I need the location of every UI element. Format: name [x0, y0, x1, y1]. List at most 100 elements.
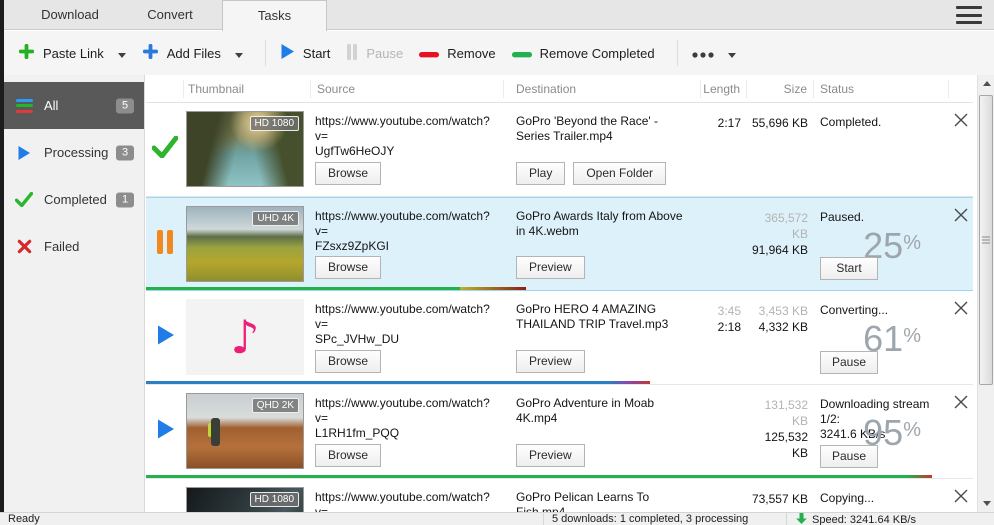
size-total: 3,453 KB [758, 304, 808, 318]
browse-button[interactable]: Browse [315, 350, 382, 373]
play-icon [14, 145, 34, 161]
row-state-processing [146, 291, 184, 384]
play-icon [156, 418, 175, 445]
table-header: Thumbnail Source Destination Length Size… [146, 75, 973, 103]
source-url: https://www.youtube.com/watch?v= UgfTw6H… [315, 114, 490, 158]
video-thumbnail: UHD 4K [186, 206, 304, 282]
pause-row-button[interactable]: Pause [820, 351, 878, 374]
count-badge: 1 [116, 192, 134, 207]
row-state-processing [146, 385, 184, 478]
paste-link-button[interactable]: Paste Link [18, 43, 126, 63]
header-destination[interactable]: Destination [504, 79, 701, 98]
size-value: 125,532 KB [764, 430, 808, 460]
size-value: 91,964 KB [751, 243, 808, 257]
vertical-scrollbar[interactable] [977, 75, 994, 512]
sidebar-item-completed[interactable]: Completed 1 [4, 176, 144, 223]
task-row[interactable]: HD 1080 https://www.youtube.com/watch?v=… [146, 103, 973, 197]
pause-row-button[interactable]: Pause [820, 445, 878, 468]
remove-button[interactable]: Remove [419, 46, 496, 61]
browse-button[interactable]: Browse [315, 444, 382, 467]
video-thumbnail: QHD 2K [186, 393, 304, 469]
task-row-selected[interactable]: UHD 4K https://www.youtube.com/watch?v= … [146, 197, 973, 291]
toolbar-separator [676, 40, 678, 66]
row-state-paused [146, 198, 184, 290]
length-value: 2:18 [717, 320, 741, 334]
close-icon[interactable] [954, 301, 968, 315]
close-icon[interactable] [954, 489, 968, 503]
music-note-icon: ♪ [230, 310, 260, 364]
browse-button[interactable]: Browse [315, 256, 382, 279]
blue-plus-icon [142, 43, 159, 63]
sidebar-item-label: Failed [44, 239, 80, 254]
header-length[interactable]: Length [701, 79, 747, 98]
count-badge: 3 [116, 145, 134, 160]
open-folder-button[interactable]: Open Folder [573, 162, 667, 185]
destination-filename: GoPro 'Beyond the Race' - Series Trailer… [516, 114, 658, 143]
sidebar-item-label: All [44, 98, 59, 113]
chevron-down-icon [727, 46, 736, 61]
sidebar-item-label: Processing [44, 145, 109, 160]
sidebar-item-failed[interactable]: Failed [4, 223, 144, 270]
task-row[interactable]: HD 1080 https://www.youtube.com/watch?v=… [146, 479, 973, 512]
close-icon[interactable] [954, 208, 968, 222]
add-files-button[interactable]: Add Files [142, 43, 243, 63]
remove-completed-button[interactable]: Remove Completed [511, 46, 655, 61]
pause-icon [156, 229, 174, 259]
colored-bars-icon [14, 98, 34, 113]
chevron-down-icon[interactable] [117, 46, 126, 61]
tab-bar: Download Convert Tasks [4, 0, 994, 31]
quality-badge: UHD 4K [252, 211, 299, 226]
row-state-completed [146, 103, 184, 196]
scrollbar-thumb[interactable] [979, 95, 993, 385]
source-url: https://www.youtube.com/watch?v= zwJ0szO… [315, 490, 490, 512]
toolbar-separator [264, 40, 266, 66]
size-total: 131,532 KB [764, 398, 808, 428]
source-url: https://www.youtube.com/watch?v= SPc_JVH… [315, 302, 490, 346]
source-url: https://www.youtube.com/watch?v= L1RH1fm… [315, 396, 490, 440]
scroll-up-icon[interactable] [978, 75, 994, 92]
tab-download[interactable]: Download [20, 0, 120, 30]
menu-icon[interactable] [956, 6, 982, 24]
status-text: Paused. [820, 210, 865, 224]
green-plus-icon [18, 43, 35, 63]
row-state-processing [146, 479, 184, 512]
browse-button[interactable]: Browse [315, 162, 382, 185]
header-thumbnail[interactable]: Thumbnail [184, 79, 311, 98]
more-actions-button[interactable] [691, 46, 736, 61]
preview-button[interactable]: Preview [516, 256, 585, 279]
tab-convert[interactable]: Convert [120, 0, 220, 30]
header-size[interactable]: Size [747, 79, 814, 98]
destination-filename: GoPro HERO 4 AMAZING THAILAND TRIP Trave… [516, 302, 669, 331]
preview-button[interactable]: Preview [516, 350, 585, 373]
gray-pause-icon [346, 43, 358, 63]
play-button[interactable]: Play [516, 162, 566, 185]
check-icon [14, 192, 34, 207]
status-bar: Ready 5 downloads: 1 completed, 3 proces… [0, 512, 994, 525]
header-status[interactable]: Status [814, 79, 949, 98]
scroll-down-icon[interactable] [978, 495, 994, 512]
row-progress-bar [146, 381, 973, 384]
close-icon[interactable] [954, 113, 968, 127]
sidebar-item-processing[interactable]: Processing 3 [4, 129, 144, 176]
size-value: 73,557 KB [751, 492, 808, 506]
start-row-button[interactable]: Start [820, 257, 878, 280]
destination-filename: GoPro Awards Italy from Above in 4K.webm [516, 209, 683, 238]
chevron-down-icon[interactable] [234, 46, 243, 61]
pause-button[interactable]: Pause [346, 43, 403, 63]
header-source[interactable]: Source [311, 79, 504, 98]
length-total: 3:45 [717, 304, 741, 318]
toolbar: Paste Link Add Files Start Pause Remove … [4, 31, 994, 75]
close-icon[interactable] [954, 395, 968, 409]
tab-tasks[interactable]: Tasks [222, 0, 327, 31]
task-row[interactable]: ♪ https://www.youtube.com/watch?v= SPc_J… [146, 291, 973, 385]
main-area: All 5 Processing 3 Completed 1 Failed Th… [4, 75, 994, 512]
size-value: 55,696 KB [751, 116, 808, 130]
preview-button[interactable]: Preview [516, 444, 585, 467]
task-row[interactable]: QHD 2K https://www.youtube.com/watch?v= … [146, 385, 973, 479]
sidebar-item-label: Completed [44, 192, 107, 207]
ellipsis-icon [691, 46, 714, 61]
task-table: Thumbnail Source Destination Length Size… [146, 75, 994, 512]
task-list: HD 1080 https://www.youtube.com/watch?v=… [146, 103, 977, 512]
start-button[interactable]: Start [280, 43, 330, 63]
sidebar-item-all[interactable]: All 5 [4, 82, 144, 129]
